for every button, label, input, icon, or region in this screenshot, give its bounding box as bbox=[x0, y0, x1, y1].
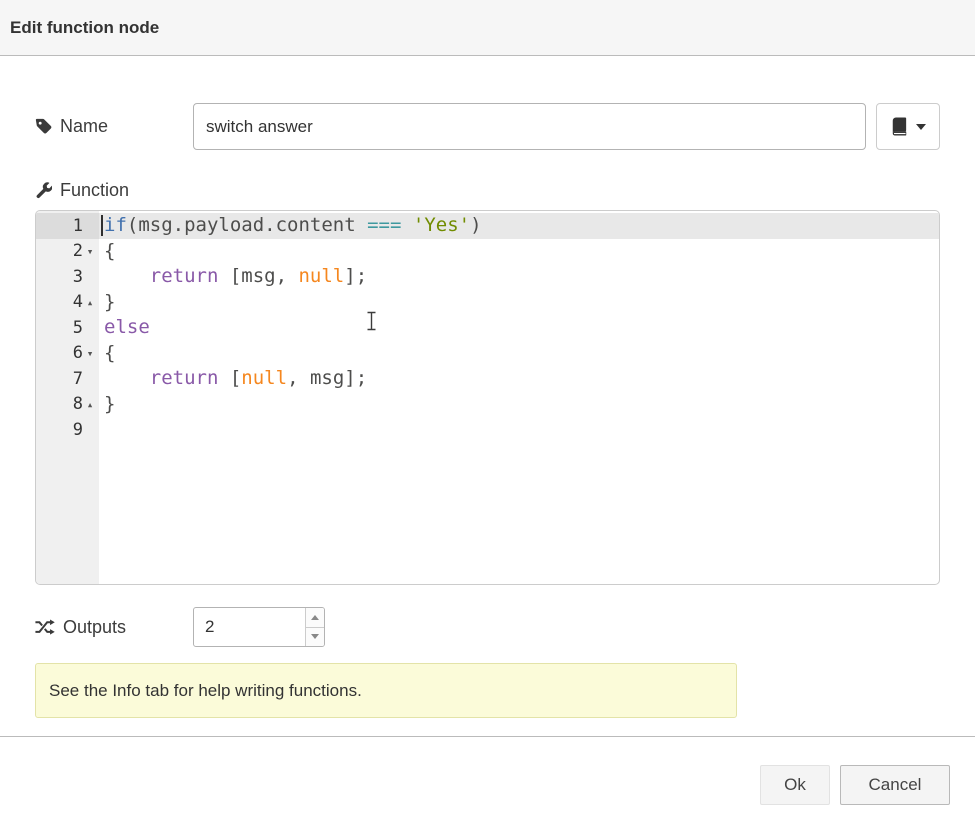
arrow-down-icon bbox=[311, 634, 319, 639]
tag-icon bbox=[35, 118, 52, 135]
function-code-editor[interactable]: 12▾34▴56▾78▴9 if(msg.payload.content ===… bbox=[35, 210, 940, 585]
book-icon bbox=[890, 117, 909, 136]
code-token: else bbox=[104, 316, 150, 338]
code-token bbox=[104, 265, 150, 287]
outputs-spinner: 2 bbox=[193, 607, 325, 647]
code-token: 'Yes' bbox=[413, 214, 470, 236]
info-tip-text: See the Info tab for help writing functi… bbox=[49, 681, 362, 701]
line-number: 9 bbox=[73, 420, 83, 440]
outputs-value[interactable]: 2 bbox=[194, 608, 305, 646]
code-token: null bbox=[298, 265, 344, 287]
name-field-row: Name bbox=[35, 103, 940, 150]
line-number: 3 bbox=[73, 267, 83, 287]
gutter-line: 1 bbox=[36, 213, 99, 239]
outputs-label: Outputs bbox=[63, 617, 126, 638]
text-caret bbox=[101, 215, 103, 236]
gutter-line: 2▾ bbox=[36, 239, 99, 265]
code-line: return [msg, null]; bbox=[99, 264, 939, 290]
spinner-down-button[interactable] bbox=[306, 627, 324, 647]
code-line: return [null, msg]; bbox=[99, 366, 939, 392]
code-line: if(msg.payload.content === 'Yes') bbox=[99, 213, 939, 239]
dialog-footer: Ok Cancel bbox=[0, 737, 975, 805]
outputs-label-group: Outputs bbox=[35, 617, 193, 638]
gutter-line: 5 bbox=[36, 315, 99, 341]
code-token: , msg]; bbox=[287, 367, 367, 389]
fold-arrow-icon[interactable]: ▴ bbox=[83, 296, 97, 309]
code-line: } bbox=[99, 290, 939, 316]
gutter-line: 7 bbox=[36, 366, 99, 392]
name-label-group: Name bbox=[35, 116, 193, 137]
code-token: { bbox=[104, 342, 115, 364]
line-number: 7 bbox=[73, 369, 83, 389]
editor-gutter: 12▾34▴56▾78▴9 bbox=[36, 211, 99, 584]
code-token: ) bbox=[470, 214, 481, 236]
code-token: } bbox=[104, 393, 115, 415]
line-number: 5 bbox=[73, 318, 83, 338]
spinner-buttons bbox=[305, 608, 324, 646]
gutter-line: 6▾ bbox=[36, 341, 99, 367]
arrow-up-icon bbox=[311, 615, 319, 620]
code-line: { bbox=[99, 239, 939, 265]
random-icon bbox=[35, 619, 55, 635]
code-line: } bbox=[99, 392, 939, 418]
code-token: [msg, bbox=[218, 265, 298, 287]
code-line bbox=[99, 417, 939, 443]
gutter-line: 3 bbox=[36, 264, 99, 290]
ok-button[interactable]: Ok bbox=[760, 765, 830, 805]
line-number: 8 bbox=[73, 394, 83, 414]
wrench-icon bbox=[35, 182, 52, 199]
code-token: } bbox=[104, 291, 115, 313]
name-label: Name bbox=[60, 116, 108, 137]
code-token: [ bbox=[218, 367, 241, 389]
line-number: 2 bbox=[73, 241, 83, 261]
caret-down-icon bbox=[916, 124, 926, 130]
outputs-field-row: Outputs 2 bbox=[35, 607, 940, 647]
dialog-header: Edit function node bbox=[0, 0, 975, 56]
code-line: { bbox=[99, 341, 939, 367]
fold-arrow-icon[interactable]: ▾ bbox=[83, 245, 97, 258]
info-tip: See the Info tab for help writing functi… bbox=[35, 663, 737, 718]
code-token bbox=[104, 367, 150, 389]
dialog-body: Name bbox=[0, 103, 975, 718]
line-number: 6 bbox=[73, 343, 83, 363]
name-input[interactable] bbox=[193, 103, 866, 150]
code-token: (msg.payload.content bbox=[127, 214, 367, 236]
gutter-line: 4▴ bbox=[36, 290, 99, 316]
library-button[interactable] bbox=[876, 103, 940, 150]
fold-arrow-icon[interactable]: ▾ bbox=[83, 347, 97, 360]
code-token bbox=[401, 214, 412, 236]
editor-code[interactable]: if(msg.payload.content === 'Yes'){ retur… bbox=[99, 211, 939, 584]
code-token: if bbox=[104, 214, 127, 236]
spinner-up-button[interactable] bbox=[306, 608, 324, 627]
edit-function-node-dialog: Edit function node Name bbox=[0, 0, 975, 824]
function-field-row: Function bbox=[35, 178, 940, 202]
code-token: === bbox=[367, 214, 401, 236]
code-token: null bbox=[241, 367, 287, 389]
fold-arrow-icon[interactable]: ▴ bbox=[83, 398, 97, 411]
cancel-button[interactable]: Cancel bbox=[840, 765, 950, 805]
gutter-line: 9 bbox=[36, 417, 99, 443]
code-token: return bbox=[150, 265, 219, 287]
dialog-title: Edit function node bbox=[10, 18, 159, 38]
code-token: return bbox=[150, 367, 219, 389]
code-token: ]; bbox=[344, 265, 367, 287]
line-number: 1 bbox=[73, 216, 83, 236]
code-token: { bbox=[104, 240, 115, 262]
line-number: 4 bbox=[73, 292, 83, 312]
code-line: else bbox=[99, 315, 939, 341]
function-label-group: Function bbox=[35, 180, 193, 201]
function-label: Function bbox=[60, 180, 129, 201]
gutter-line: 8▴ bbox=[36, 392, 99, 418]
